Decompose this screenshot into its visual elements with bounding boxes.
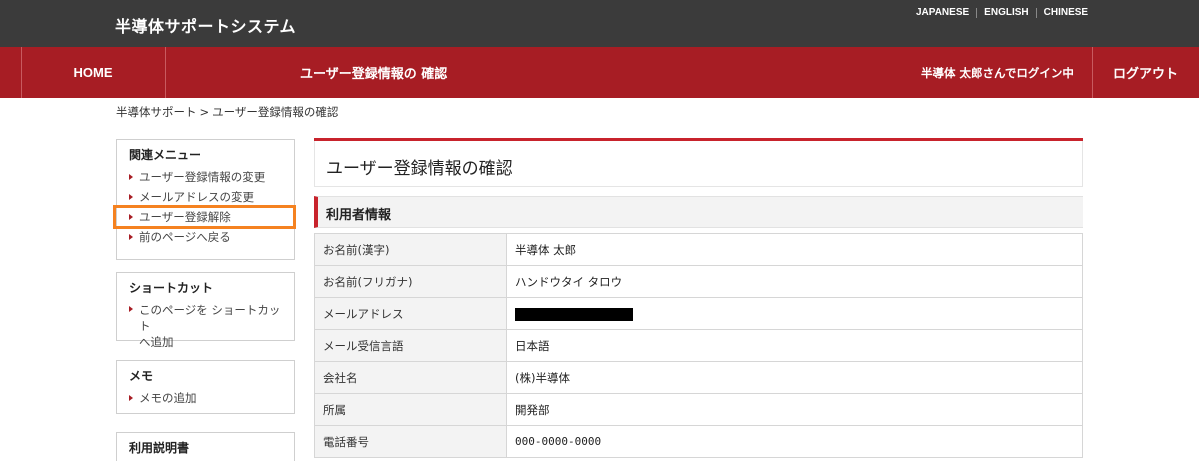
add-shortcut-line1: このページを ショートカット [139,303,281,333]
menu-item-go-back[interactable]: 前のページへ戻る [129,227,282,247]
add-shortcut-link[interactable]: このページを ショートカット へ追加 [129,300,282,350]
bullet-arrow-icon [129,214,133,220]
row-label: 電話番号 [314,425,507,458]
table-row: 会社名 (株)半導体 [314,361,1083,394]
manual-title: 利用説明書 [129,441,190,455]
row-label: お名前(漢字) [314,233,507,266]
sidebar-shortcut: ショートカット このページを ショートカット へ追加 [116,272,295,349]
add-memo-label: メモの追加 [139,391,197,405]
bullet-arrow-icon [129,306,133,312]
row-value: ハンドウタイ タロウ [506,265,1083,298]
related-menu-title: 関連メニュー [129,148,202,162]
bullet-arrow-icon [129,174,133,180]
table-row: メールアドレス [314,297,1083,330]
nav-home-link[interactable]: HOME [21,47,165,98]
redacted-email [515,307,633,321]
top-bar: 半導体サポートシステム JAPANESE ENGLISH CHINESE [0,0,1199,47]
add-memo-link[interactable]: メモの追加 [129,388,282,408]
main-nav: HOME ユーザー登録情報の 確認 半導体 太郎さんでログイン中 ログアウト [0,47,1199,98]
table-row: 電話番号 000-0000-0000 [314,425,1083,458]
menu-item-label: メールアドレスの変更 [139,190,254,204]
bullet-arrow-icon [129,395,133,401]
menu-item-edit-registration[interactable]: ユーザー登録情報の変更 [129,167,282,187]
menu-item-label: ユーザー登録解除 [139,210,231,224]
row-label: メールアドレス [314,297,507,330]
sidebar-manual: 利用説明書 [116,432,295,461]
row-value: 日本語 [506,329,1083,362]
row-label: 会社名 [314,361,507,394]
menu-item-change-email[interactable]: メールアドレスの変更 [129,187,282,207]
menu-item-unregister[interactable]: ユーザー登録解除 [129,207,282,227]
breadcrumb-root-link[interactable]: 半導体サポート [116,104,197,120]
add-shortcut-line2: へ追加 [139,335,174,349]
user-info-table: お名前(漢字) 半導体 太郎 お名前(フリガナ) ハンドウタイ タロウ メールア… [314,233,1083,458]
row-value: 000-0000-0000 [506,425,1083,458]
memo-title: メモ [129,369,154,383]
lang-japanese[interactable]: JAPANESE [916,7,969,18]
table-row: 所属 開発部 [314,393,1083,426]
lang-english[interactable]: ENGLISH [984,7,1028,18]
table-row: メール受信言語 日本語 [314,329,1083,362]
row-label: 所属 [314,393,507,426]
shortcut-title: ショートカット [129,281,214,295]
site-title: 半導体サポートシステム [115,17,297,36]
login-status: 半導体 太郎さんでログイン中 [921,65,1074,80]
page-title: ユーザー登録情報の確認 [326,159,513,179]
email-value-cell [506,297,1083,330]
row-value: (株)半導体 [506,361,1083,394]
row-label: お名前(フリガナ) [314,265,507,298]
table-row: お名前(漢字) 半導体 太郎 [314,233,1083,266]
nav-page-title: ユーザー登録情報の 確認 [300,67,448,82]
logout-button[interactable]: ログアウト [1092,47,1199,98]
breadcrumb-current: ユーザー登録情報の確認 [212,105,339,119]
language-switcher: JAPANESE ENGLISH CHINESE [916,7,1088,18]
row-value: 開発部 [506,393,1083,426]
table-row: お名前(フリガナ) ハンドウタイ タロウ [314,265,1083,298]
row-value: 半導体 太郎 [506,233,1083,266]
lang-divider [1035,7,1037,18]
sidebar-related-menu: 関連メニュー ユーザー登録情報の変更 メールアドレスの変更 ユーザー登録解除 前… [116,139,295,260]
bullet-arrow-icon [129,234,133,240]
menu-item-label: 前のページへ戻る [139,230,231,244]
lang-divider [976,7,978,18]
sidebar-memo: メモ メモの追加 [116,360,295,414]
menu-item-label: ユーザー登録情報の変更 [139,170,266,184]
section-header [314,196,1083,228]
breadcrumb-separator: > [199,105,210,119]
bullet-arrow-icon [129,194,133,200]
section-title: 利用者情報 [326,208,392,223]
row-label: メール受信言語 [314,329,507,362]
lang-chinese[interactable]: CHINESE [1044,7,1088,18]
nav-divider [165,47,166,98]
breadcrumb: 半導体サポート > ユーザー登録情報の確認 [116,104,338,120]
